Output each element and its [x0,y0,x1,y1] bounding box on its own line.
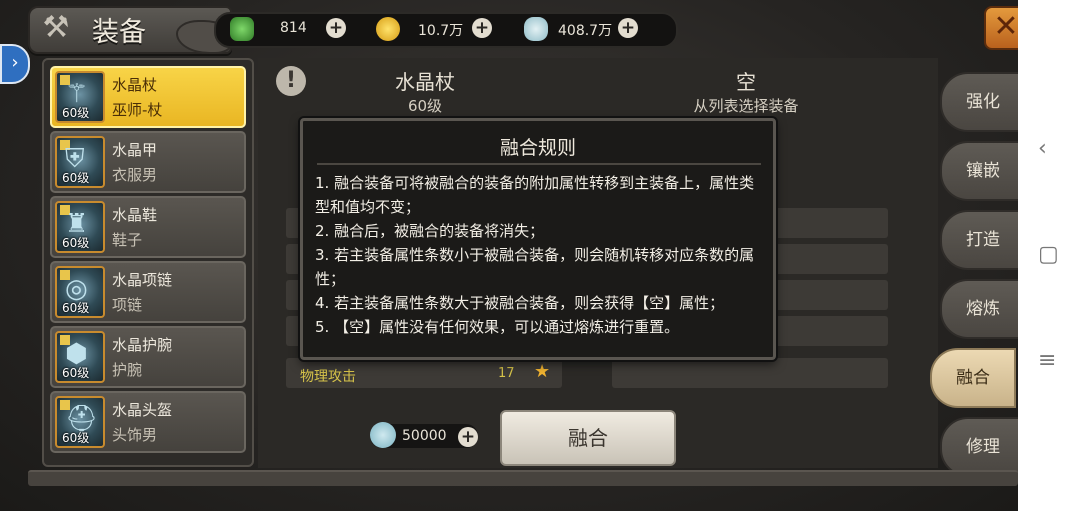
equipment-item[interactable]: ⛨ 60级 水晶甲 衣服男 [50,131,246,193]
item-type: 护腕 [112,361,143,379]
rule-line: 4. 若主装备属性条数大于被融合装备，则会获得【空】属性； [315,294,725,312]
equipment-item[interactable]: ♜ 60级 水晶鞋 鞋子 [50,196,246,258]
resource-value: 408.7万 [558,23,613,39]
add-gold-button[interactable]: + [472,18,492,38]
main-item-header: 水晶杖 60级 [350,66,500,116]
green-gem-icon [230,17,254,41]
equipment-item[interactable]: ⬢ 60级 水晶护腕 护腕 [50,326,246,388]
resource-value: 10.7万 [418,23,464,39]
item-name: 水晶杖 [112,76,158,94]
item-name: 水晶头盔 [112,401,173,419]
item-name: 水晶甲 [112,141,158,159]
resource-gold-coin: 10.7万 + [376,17,496,41]
rule-line: 5. 【空】属性没有任何效果，可以通过熔炼进行重置。 [315,318,680,336]
popup-title: 融合规则 [499,137,576,159]
equipment-item[interactable]: ◎ 60级 水晶项链 项链 [50,261,246,323]
back-icon[interactable]: ‹ [1038,138,1047,160]
attribute-name: 物理攻击 [300,369,356,385]
item-level: 60级 [62,171,90,185]
equipment-item[interactable]: ⛑ 60级 水晶头盔 头饰男 [50,391,246,453]
system-navigation-bar: ‹ ▢ ≡ [1018,0,1080,511]
tab-inlay[interactable]: 镶嵌 [940,141,1018,201]
anvil-icon: ⚒ [42,10,70,45]
add-green-gem-button[interactable]: + [326,18,346,38]
tab-smelt[interactable]: 熔炼 [940,279,1018,339]
fuse-button[interactable]: 融合 [500,410,676,466]
attribute-row [612,358,888,388]
item-level: 60级 [62,106,90,120]
home-icon[interactable]: ▢ [1038,244,1059,266]
rule-line: 3. 若主装备属性条数小于被融合装备，则会随机转移对应条数的属性； [315,246,755,288]
sub-item-name: 空 [736,70,756,94]
item-level: 60级 [62,301,90,315]
silver-shell-icon [370,422,396,448]
item-type: 项链 [112,296,143,314]
item-type: 鞋子 [112,231,143,249]
add-silver-button[interactable]: + [458,427,478,447]
bottom-ledge [28,470,1018,486]
item-type: 衣服男 [112,166,158,184]
popup-body: 1. 融合装备可将被融合的装备的附加属性转移到主装备上，属性类型和值均不变； 2… [315,171,769,339]
tab-forge[interactable]: 打造 [940,210,1018,270]
tab-enhance[interactable]: 强化 [940,72,1018,132]
item-type: 头饰男 [112,426,158,444]
star-icon: ★ [534,361,551,382]
item-type: 巫师-杖 [112,101,163,119]
rule-line: 1. 融合装备可将被融合的装备的附加属性转移到主装备上，属性类型和值均不变； [315,174,755,216]
sub-item-hint: 从列表选择装备 [693,97,799,115]
fusion-rules-popup[interactable]: 融合规则 1. 融合装备可将被融合的装备的附加属性转移到主装备上，属性类型和值均… [300,118,776,360]
item-name: 水晶项链 [112,271,173,289]
resource-green-gem: 814 + [230,17,350,41]
attribute-value: 17 [498,366,515,381]
close-button[interactable]: ✕ [984,6,1018,50]
sub-item-header: 空 从列表选择装备 [656,66,836,116]
add-silver-button[interactable]: + [618,18,638,38]
info-icon[interactable]: ! [276,66,306,96]
item-level: 60级 [62,431,90,445]
equipment-item[interactable]: ⚚ 60级 水晶杖 巫师-杖 [50,66,246,128]
tab-fusion[interactable]: 融合 [930,348,1016,408]
page-title: 装备 [92,17,146,48]
game-screen: ⚒ 装备 814 + 10.7万 + 408.7万 + ✕ ⚚ 60级 水晶杖 … [0,0,1018,511]
gold-coin-icon [376,17,400,41]
fusion-cost: 50000 [402,428,447,444]
item-level: 60级 [62,236,90,250]
item-level: 60级 [62,366,90,380]
silver-shell-icon [524,17,548,41]
menu-icon[interactable]: ≡ [1038,350,1056,372]
chevron-right-icon[interactable]: › [0,44,30,84]
main-item-name: 水晶杖 [395,70,455,94]
main-item-level: 60级 [407,97,443,115]
item-name: 水晶鞋 [112,206,158,224]
resource-value: 814 [280,20,307,36]
divider [317,163,761,165]
resource-silver-shell: 408.7万 + [524,17,644,41]
item-name: 水晶护腕 [112,336,173,354]
rule-line: 2. 融合后，被融合的装备将消失； [315,222,545,240]
tab-repair[interactable]: 修理 [940,417,1018,477]
